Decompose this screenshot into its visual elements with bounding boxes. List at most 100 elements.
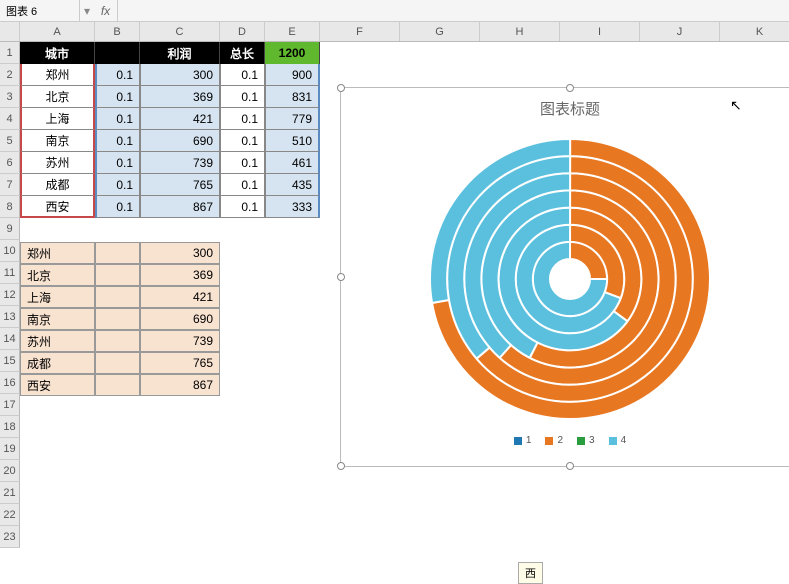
cell[interactable]: 0.1 bbox=[95, 86, 140, 108]
cell-city[interactable]: 北京 bbox=[20, 264, 95, 286]
cell[interactable]: 0.1 bbox=[95, 64, 140, 86]
cells-area[interactable]: 城市 利润 总长 1200 郑州0.13000.1900北京0.13690.18… bbox=[20, 42, 789, 548]
row-header[interactable]: 20 bbox=[0, 460, 20, 482]
cell-city[interactable]: 南京 bbox=[20, 308, 95, 330]
cell[interactable] bbox=[95, 264, 140, 286]
row-header[interactable]: 3 bbox=[0, 86, 20, 108]
cell[interactable]: 0.1 bbox=[220, 86, 265, 108]
cell[interactable]: 369 bbox=[140, 86, 220, 108]
cell-city[interactable]: 郑州 bbox=[20, 64, 95, 86]
header-cell-city[interactable]: 城市 bbox=[20, 42, 95, 64]
cell[interactable]: 421 bbox=[140, 108, 220, 130]
legend-item[interactable]: 1 bbox=[514, 435, 532, 446]
cell[interactable]: 867 bbox=[140, 196, 220, 218]
chart-object[interactable]: 图表标题 1 2 3 4 bbox=[340, 87, 789, 467]
cell[interactable]: 690 bbox=[140, 308, 220, 330]
row-header[interactable]: 2 bbox=[0, 64, 20, 86]
cell[interactable]: 779 bbox=[265, 108, 320, 130]
row-header[interactable]: 6 bbox=[0, 152, 20, 174]
cell[interactable]: 0.1 bbox=[220, 64, 265, 86]
cell[interactable]: 333 bbox=[265, 196, 320, 218]
cell[interactable] bbox=[95, 242, 140, 264]
cell-city[interactable]: 郑州 bbox=[20, 242, 95, 264]
row-header[interactable]: 18 bbox=[0, 416, 20, 438]
row-header[interactable]: 19 bbox=[0, 438, 20, 460]
col-header[interactable]: I bbox=[560, 22, 640, 41]
cell-city[interactable]: 苏州 bbox=[20, 152, 95, 174]
col-header[interactable]: K bbox=[720, 22, 789, 41]
cell[interactable]: 510 bbox=[265, 130, 320, 152]
cell[interactable]: 0.1 bbox=[95, 174, 140, 196]
cell-city[interactable]: 北京 bbox=[20, 86, 95, 108]
col-header[interactable]: B bbox=[95, 22, 140, 41]
row-header[interactable]: 11 bbox=[0, 262, 20, 284]
resize-handle-icon[interactable] bbox=[337, 84, 345, 92]
cell[interactable] bbox=[95, 308, 140, 330]
cell[interactable]: 867 bbox=[140, 374, 220, 396]
col-header[interactable]: G bbox=[400, 22, 480, 41]
row-header[interactable]: 5 bbox=[0, 130, 20, 152]
row-header[interactable]: 8 bbox=[0, 196, 20, 218]
name-box[interactable]: 图表 6 bbox=[0, 0, 80, 21]
cell-city[interactable]: 南京 bbox=[20, 130, 95, 152]
col-header[interactable]: H bbox=[480, 22, 560, 41]
legend-item[interactable]: 2 bbox=[545, 435, 563, 446]
header-cell-profit[interactable]: 利润 bbox=[140, 42, 220, 64]
cell[interactable]: 0.1 bbox=[220, 196, 265, 218]
row-header[interactable]: 7 bbox=[0, 174, 20, 196]
cell[interactable]: 765 bbox=[140, 352, 220, 374]
cell-city[interactable]: 上海 bbox=[20, 108, 95, 130]
cell[interactable]: 831 bbox=[265, 86, 320, 108]
cell-city[interactable]: 成都 bbox=[20, 352, 95, 374]
cell-city[interactable]: 苏州 bbox=[20, 330, 95, 352]
row-header[interactable]: 1 bbox=[0, 42, 20, 64]
cell[interactable] bbox=[95, 286, 140, 308]
col-header[interactable]: F bbox=[320, 22, 400, 41]
cell[interactable]: 300 bbox=[140, 64, 220, 86]
cell[interactable]: 0.1 bbox=[95, 152, 140, 174]
cell[interactable]: 765 bbox=[140, 174, 220, 196]
cell-city[interactable]: 西安 bbox=[20, 196, 95, 218]
cell[interactable]: 900 bbox=[265, 64, 320, 86]
cell[interactable]: 0.1 bbox=[95, 108, 140, 130]
row-header[interactable]: 23 bbox=[0, 526, 20, 548]
cell[interactable]: 369 bbox=[140, 264, 220, 286]
cell[interactable] bbox=[95, 330, 140, 352]
row-header[interactable]: 14 bbox=[0, 328, 20, 350]
resize-handle-icon[interactable] bbox=[566, 462, 574, 470]
cell-city[interactable]: 西安 bbox=[20, 374, 95, 396]
row-header[interactable]: 9 bbox=[0, 218, 20, 240]
header-cell-total[interactable]: 总长 bbox=[220, 42, 265, 64]
cell[interactable]: 739 bbox=[140, 152, 220, 174]
row-header[interactable]: 10 bbox=[0, 240, 20, 262]
resize-handle-icon[interactable] bbox=[566, 84, 574, 92]
chart-title[interactable]: 图表标题 bbox=[341, 88, 789, 129]
chart-legend[interactable]: 1 2 3 4 bbox=[341, 429, 789, 452]
row-header[interactable]: 15 bbox=[0, 350, 20, 372]
resize-handle-icon[interactable] bbox=[337, 462, 345, 470]
cell[interactable]: 461 bbox=[265, 152, 320, 174]
cell[interactable]: 690 bbox=[140, 130, 220, 152]
cell-city[interactable]: 上海 bbox=[20, 286, 95, 308]
row-header[interactable]: 17 bbox=[0, 394, 20, 416]
cell[interactable]: 0.1 bbox=[95, 196, 140, 218]
row-header[interactable]: 4 bbox=[0, 108, 20, 130]
col-header[interactable]: E bbox=[265, 22, 320, 41]
row-header[interactable]: 22 bbox=[0, 504, 20, 526]
row-header[interactable]: 13 bbox=[0, 306, 20, 328]
cell[interactable]: 0.1 bbox=[220, 108, 265, 130]
row-header[interactable]: 12 bbox=[0, 284, 20, 306]
select-all-corner[interactable] bbox=[0, 22, 20, 41]
cell[interactable]: 0.1 bbox=[220, 130, 265, 152]
cell[interactable] bbox=[95, 352, 140, 374]
cell-city[interactable]: 成都 bbox=[20, 174, 95, 196]
fx-button[interactable]: fx bbox=[94, 0, 118, 21]
col-header[interactable]: J bbox=[640, 22, 720, 41]
cell[interactable]: 300 bbox=[140, 242, 220, 264]
cell[interactable]: 739 bbox=[140, 330, 220, 352]
col-header[interactable]: D bbox=[220, 22, 265, 41]
row-header[interactable]: 21 bbox=[0, 482, 20, 504]
cell[interactable]: 0.1 bbox=[95, 130, 140, 152]
cell[interactable] bbox=[95, 374, 140, 396]
resize-handle-icon[interactable] bbox=[337, 273, 345, 281]
